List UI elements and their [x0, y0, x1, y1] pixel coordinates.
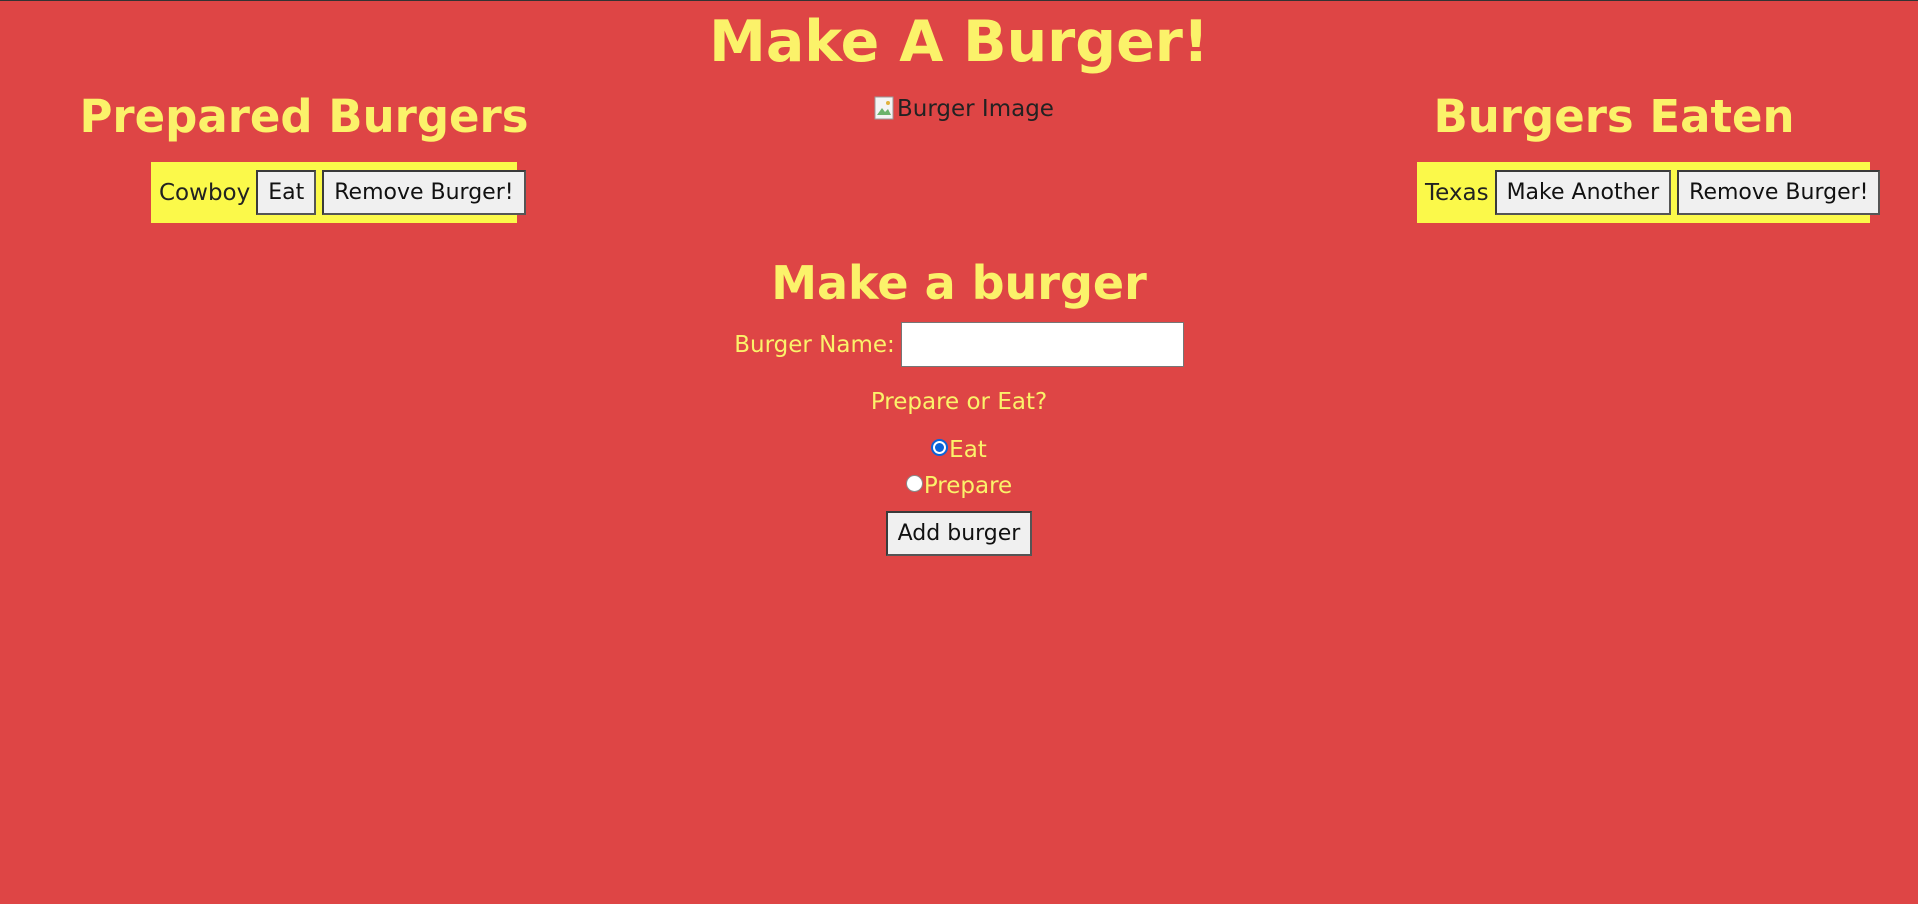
prepare-radio[interactable] — [905, 474, 923, 492]
burger-name-label: Burger Name: — [734, 331, 895, 358]
prepare-option[interactable]: Prepare — [0, 471, 1918, 501]
burger-name-input[interactable] — [900, 322, 1184, 367]
eat-radio-label[interactable]: Eat — [949, 437, 987, 463]
burgers-eaten-heading: Burgers Eaten — [1433, 90, 1795, 143]
prepared-burger-card: Cowboy Eat Remove Burger! — [151, 162, 526, 223]
make-another-button[interactable]: Make Another — [1494, 170, 1672, 215]
burger-name-row: Burger Name: — [0, 322, 1918, 367]
eat-option[interactable]: Eat — [0, 435, 1918, 465]
make-burger-form-heading: Make a burger — [771, 256, 1147, 310]
prepare-radio-label[interactable]: Prepare — [924, 473, 1012, 499]
eat-radio[interactable] — [931, 438, 949, 456]
eat-button[interactable]: Eat — [256, 170, 317, 215]
burger-image-alt-text: Burger Image — [897, 96, 1054, 122]
broken-image-icon — [874, 96, 896, 122]
remove-burger-button[interactable]: Remove Burger! — [322, 170, 526, 215]
burger-name: Cowboy — [159, 179, 251, 206]
eaten-burger-card: Texas Make Another Remove Burger! — [1417, 162, 1881, 223]
burger-name: Texas — [1425, 179, 1489, 206]
page-title: Make A Burger! — [709, 9, 1209, 75]
prepared-burgers-heading: Prepared Burgers — [79, 90, 529, 143]
add-burger-button[interactable]: Add burger — [885, 511, 1033, 556]
burger-image: Burger Image — [874, 91, 1054, 127]
add-burger-row: Add burger — [0, 511, 1918, 556]
remove-burger-button[interactable]: Remove Burger! — [1677, 170, 1881, 215]
prepare-or-eat-prompt: Prepare or Eat? — [870, 389, 1048, 415]
